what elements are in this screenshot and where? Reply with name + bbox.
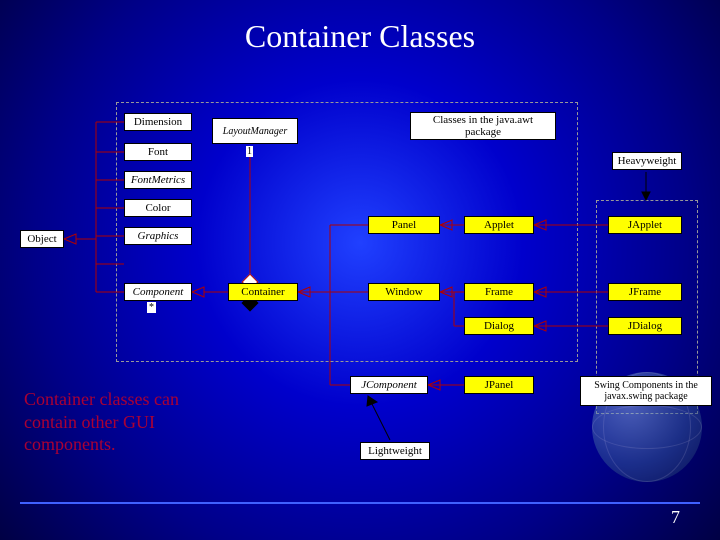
lightweight-label: Lightweight	[360, 442, 430, 460]
node-jdialog: JDialog	[608, 317, 682, 335]
node-applet: Applet	[464, 216, 534, 234]
node-japplet: JApplet	[608, 216, 682, 234]
node-fontmetrics: FontMetrics	[124, 171, 192, 189]
swing-package-label: Swing Components in the javax.swing pack…	[580, 376, 712, 406]
node-layoutmanager: LayoutManager	[212, 118, 298, 144]
heavyweight-label: Heavyweight	[612, 152, 682, 170]
multiplicity-one: 1	[246, 146, 253, 157]
node-panel: Panel	[368, 216, 440, 234]
slide-caption: Container classes can contain other GUI …	[24, 388, 234, 456]
slide-title: Container Classes	[0, 18, 720, 55]
node-frame: Frame	[464, 283, 534, 301]
node-color: Color	[124, 199, 192, 217]
node-window: Window	[368, 283, 440, 301]
node-font: Font	[124, 143, 192, 161]
node-dialog: Dialog	[464, 317, 534, 335]
page-number: 7	[671, 507, 680, 528]
node-jframe: JFrame	[608, 283, 682, 301]
node-dimension: Dimension	[124, 113, 192, 131]
node-object: Object	[20, 230, 64, 248]
footer-rule	[20, 502, 700, 504]
node-graphics: Graphics	[124, 227, 192, 245]
awt-package-label: Classes in the java.awt package	[410, 112, 556, 140]
node-jcomponent: JComponent	[350, 376, 428, 394]
node-jpanel: JPanel	[464, 376, 534, 394]
multiplicity-many: *	[147, 302, 156, 313]
node-component: Component	[124, 283, 192, 301]
node-container: Container	[228, 283, 298, 301]
